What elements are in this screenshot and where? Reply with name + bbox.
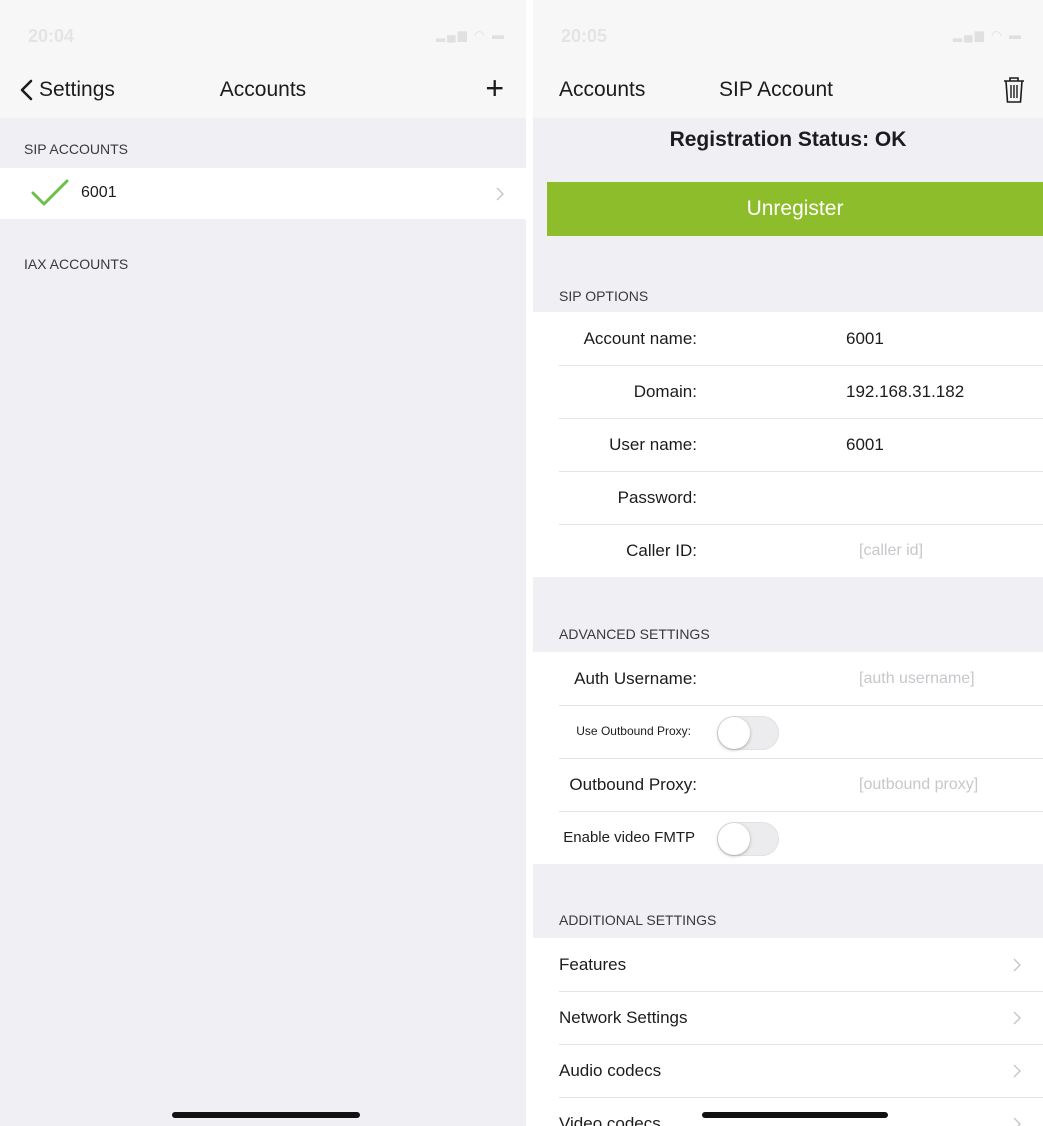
features-row[interactable]: Features	[533, 938, 1043, 991]
chevron-right-icon	[1013, 1010, 1021, 1025]
section-header-iax-accounts: IAX ACCOUNTS	[24, 256, 129, 272]
audio-codecs-label: Audio codecs	[559, 1061, 662, 1080]
status-bar: 20:04 ▂▄▆ ◠ ▬	[0, 0, 526, 64]
sip-account-screen: 20:05 ▂▄▆ ◠ ▬ Accounts SIP Account Regis…	[533, 0, 1043, 1126]
add-account-button[interactable]: +	[485, 72, 504, 104]
registration-status: Registration Status: OK	[669, 128, 907, 151]
account-name-row[interactable]: Account name: 6001	[533, 312, 1043, 365]
use-outbound-proxy-label: Use Outbound Proxy:	[576, 724, 691, 738]
enable-video-fmtp-label: Enable video FMTP	[563, 829, 695, 846]
user-name-value[interactable]: 6001	[846, 418, 884, 471]
password-row[interactable]: Password:	[533, 471, 1043, 524]
enable-video-fmtp-row: Enable video FMTP	[533, 811, 1043, 864]
status-icons: ▂▄▆ ◠ ▬	[435, 28, 506, 42]
chevron-right-icon	[1013, 957, 1021, 972]
use-outbound-proxy-toggle[interactable]	[717, 716, 779, 750]
advanced-settings-group: Auth Username: [auth username] Use Outbo…	[533, 652, 1043, 864]
checkmark-icon	[31, 179, 69, 206]
section-header-sip-options: SIP OPTIONS	[559, 288, 649, 304]
section-header-sip-accounts: SIP ACCOUNTS	[24, 141, 128, 157]
caller-id-row[interactable]: Caller ID: [caller id]	[533, 524, 1043, 577]
outbound-proxy-row[interactable]: Outbound Proxy: [outbound proxy]	[533, 758, 1043, 811]
outbound-proxy-field[interactable]: [outbound proxy]	[859, 758, 978, 811]
account-row-6001[interactable]: 6001	[0, 168, 526, 219]
delete-account-button[interactable]	[1003, 76, 1025, 109]
navigation-bar: Accounts SIP Account	[533, 64, 1043, 118]
account-name-value[interactable]: 6001	[846, 312, 884, 365]
outbound-proxy-label: Outbound Proxy:	[569, 775, 697, 794]
status-time: 20:05	[561, 26, 608, 46]
network-settings-row[interactable]: Network Settings	[533, 991, 1043, 1044]
video-codecs-label: Video codecs	[559, 1114, 661, 1126]
enable-video-fmtp-toggle[interactable]	[717, 822, 779, 856]
auth-username-field[interactable]: [auth username]	[859, 652, 975, 705]
chevron-right-icon	[1013, 1116, 1021, 1126]
section-header-additional-settings: ADDITIONAL SETTINGS	[559, 912, 717, 928]
user-name-row[interactable]: User name: 6001	[533, 418, 1043, 471]
accounts-screen: 20:04 ▂▄▆ ◠ ▬ Settings Accounts + SIP AC…	[0, 0, 526, 1126]
password-label: Password:	[617, 488, 697, 507]
domain-value[interactable]: 192.168.31.182	[846, 365, 964, 418]
status-bar: 20:05 ▂▄▆ ◠ ▬	[533, 0, 1043, 64]
domain-label: Domain:	[633, 382, 697, 401]
trash-icon	[1004, 77, 1024, 103]
page-title: SIP Account	[718, 78, 834, 101]
caller-id-label: Caller ID:	[626, 541, 697, 560]
chevron-right-icon	[496, 186, 504, 201]
toggle-knob	[718, 823, 750, 855]
home-indicator	[172, 1112, 360, 1118]
auth-username-label: Auth Username:	[574, 669, 697, 688]
features-label: Features	[559, 955, 627, 974]
auth-username-row[interactable]: Auth Username: [auth username]	[533, 652, 1043, 705]
unregister-button[interactable]: Unregister	[547, 182, 1043, 236]
page-title: Accounts	[219, 78, 307, 101]
use-outbound-proxy-row: Use Outbound Proxy:	[533, 705, 1043, 758]
account-name: 6001	[81, 184, 117, 201]
additional-settings-group: Features Network Settings Audio codecs V…	[533, 938, 1043, 1126]
audio-codecs-row[interactable]: Audio codecs	[533, 1044, 1043, 1097]
toggle-knob	[718, 717, 750, 749]
section-header-advanced-settings: ADVANCED SETTINGS	[559, 626, 710, 642]
status-time: 20:04	[28, 26, 75, 46]
domain-row[interactable]: Domain: 192.168.31.182	[533, 365, 1043, 418]
sip-options-group: Account name: 6001 Domain: 192.168.31.18…	[533, 312, 1043, 577]
home-indicator	[702, 1112, 888, 1118]
caller-id-field[interactable]: [caller id]	[859, 524, 923, 577]
user-name-label: User name:	[609, 435, 697, 454]
account-name-label: Account name:	[583, 329, 697, 348]
status-icons: ▂▄▆ ◠ ▬	[952, 28, 1023, 42]
navigation-bar: Settings Accounts +	[0, 64, 526, 118]
chevron-right-icon	[1013, 1063, 1021, 1078]
network-settings-label: Network Settings	[559, 1008, 688, 1027]
